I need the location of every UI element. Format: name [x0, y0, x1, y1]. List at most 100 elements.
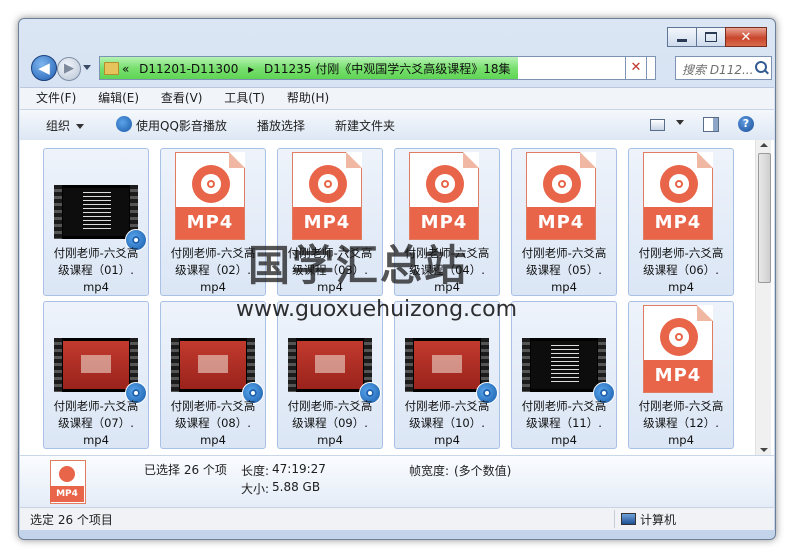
status-bar: 选定 26 个项目 计算机 — [20, 507, 774, 530]
file-name: 付刚老师-六爻高 级课程（05）. mp4 — [512, 245, 616, 296]
maximize-icon — [705, 32, 717, 42]
address-bar[interactable]: « D11201-D11300 ▸ D11235 付刚《中观国学六爻高级课程》1… — [99, 56, 688, 80]
forward-button[interactable]: ▶ — [57, 57, 81, 81]
file-name-line: 级课程（10）. — [409, 416, 485, 430]
page-fold — [580, 152, 596, 168]
file-name-line: 级课程（08）. — [175, 416, 251, 430]
file-page: MP4 — [643, 305, 713, 393]
status-location-text: 计算机 — [640, 513, 677, 527]
video-thumbnail — [405, 338, 489, 392]
video-frame — [414, 341, 480, 389]
breadcrumb-item-current[interactable]: D11235 付刚《中观国学六爻高级课程》18集 — [264, 62, 511, 76]
video-frame — [531, 341, 597, 389]
status-selection-text: 选定 26 个项目 — [30, 513, 113, 527]
play-with-qq-button[interactable]: 使用QQ影音播放 — [136, 117, 227, 134]
file-page: MP4 — [409, 152, 479, 240]
file-item[interactable]: 付刚老师-六爻高 级课程（09）. mp4 — [277, 301, 383, 449]
stop-button[interactable]: ✕ — [625, 56, 647, 80]
video-frame — [63, 188, 129, 236]
recent-pages-dropdown[interactable] — [83, 65, 91, 70]
page-fold — [697, 152, 713, 168]
file-name: 付刚老师-六爻高 级课程（11）. mp4 — [512, 398, 616, 449]
file-item[interactable]: MP4 付刚老师-六爻高 级课程（06）. mp4 — [628, 148, 734, 296]
file-page: MP4 — [175, 152, 245, 240]
file-name: 付刚老师-六爻高 级课程（10）. mp4 — [395, 398, 499, 449]
file-name-line: 级课程（01）. — [58, 263, 134, 277]
navigation-bar: ◀ ▶ « D11201-D11300 ▸ D11235 付刚《中观国学六爻高级… — [27, 55, 772, 83]
menu-help[interactable]: 帮助(H) — [287, 88, 329, 108]
file-name-line: mp4 — [668, 280, 694, 294]
play-selection-button[interactable]: 播放选择 — [257, 117, 305, 134]
maximize-button[interactable] — [696, 27, 726, 47]
file-item[interactable]: MP4 付刚老师-六爻高 级课程（12）. mp4 — [628, 301, 734, 449]
film-strip-left — [522, 338, 530, 392]
file-name-line: mp4 — [200, 433, 226, 447]
file-name-line: mp4 — [317, 433, 343, 447]
view-options-dropdown[interactable] — [670, 115, 684, 129]
file-name-line: 付刚老师-六爻高 — [53, 399, 139, 413]
file-type-label: MP4 — [644, 360, 712, 392]
file-item[interactable]: 付刚老师-六爻高 级课程（11）. mp4 — [511, 301, 617, 449]
view-options-icon[interactable] — [650, 119, 665, 131]
file-name: 付刚老师-六爻高 级课程（08）. mp4 — [161, 398, 265, 449]
video-frame — [180, 341, 246, 389]
file-name-line: 付刚老师-六爻高 — [521, 246, 607, 260]
video-thumbnail — [288, 338, 372, 392]
new-folder-button[interactable]: 新建文件夹 — [335, 117, 395, 134]
chevron-down-icon — [76, 124, 85, 129]
film-reel-icon — [426, 165, 464, 203]
film-reel-icon — [309, 165, 347, 203]
search-icon[interactable] — [755, 61, 767, 73]
search-box[interactable]: 搜索 D112... — [675, 56, 772, 80]
scrollbar-thumb[interactable] — [758, 153, 771, 283]
search-input[interactable]: 搜索 D112... — [682, 61, 753, 78]
breadcrumb-item-parent[interactable]: D11201-D11300 — [139, 62, 238, 76]
organize-button[interactable]: 组织 — [46, 117, 85, 134]
page-fold — [229, 152, 245, 168]
video-frame — [297, 341, 363, 389]
mp4-file-icon: MP4 — [522, 152, 606, 240]
mp4-file-icon: MP4 — [171, 152, 255, 240]
help-icon[interactable]: ? — [738, 116, 754, 132]
menu-view[interactable]: 查看(V) — [161, 88, 203, 108]
file-name-line: mp4 — [668, 433, 694, 447]
file-page: MP4 — [292, 152, 362, 240]
file-item[interactable]: MP4 付刚老师-六爻高 级课程（05）. mp4 — [511, 148, 617, 296]
frame-width-label: 帧宽度: — [409, 464, 450, 478]
breadcrumb: « D11201-D11300 ▸ D11235 付刚《中观国学六爻高级课程》1… — [122, 60, 517, 77]
breadcrumb-separator[interactable]: ▸ — [248, 62, 254, 76]
frame-width-value: (多个数值) — [454, 464, 512, 478]
folder-icon — [104, 62, 119, 75]
file-item[interactable]: 付刚老师-六爻高 级课程（08）. mp4 — [160, 301, 266, 449]
film-reel-icon — [660, 318, 698, 356]
file-name-line: 级课程（11）. — [526, 416, 602, 430]
file-item[interactable]: 付刚老师-六爻高 级课程（07）. mp4 — [43, 301, 149, 449]
watermark-title: 国学汇总站 — [248, 241, 469, 290]
menu-edit[interactable]: 编辑(E) — [98, 88, 139, 108]
breadcrumb-overflow[interactable]: « — [122, 62, 129, 76]
film-reel-icon — [543, 165, 581, 203]
back-button[interactable]: ◀ — [31, 55, 57, 81]
minimize-button[interactable] — [667, 27, 697, 47]
scroll-up-icon[interactable] — [760, 143, 768, 147]
video-thumbnail — [522, 338, 606, 392]
film-strip-left — [171, 338, 179, 392]
file-item[interactable]: 付刚老师-六爻高 级课程（10）. mp4 — [394, 301, 500, 449]
file-name-line: 级课程（09）. — [292, 416, 368, 430]
file-item[interactable]: 付刚老师-六爻高 级课程（01）. mp4 — [43, 148, 149, 296]
command-bar: 组织 使用QQ影音播放 播放选择 新建文件夹 ? — [20, 109, 774, 141]
file-name-line: 级课程（06）. — [643, 263, 719, 277]
preview-pane-icon[interactable] — [703, 117, 719, 132]
mp4-file-icon: MP4 — [639, 305, 723, 393]
file-name-line: mp4 — [83, 433, 109, 447]
file-name-line: 付刚老师-六爻高 — [404, 399, 490, 413]
close-button[interactable]: ✕ — [725, 27, 767, 47]
file-name: 付刚老师-六爻高 级课程（01）. mp4 — [44, 245, 148, 296]
film-strip-left — [288, 338, 296, 392]
menu-file[interactable]: 文件(F) — [36, 88, 76, 108]
menu-bar: 文件(F) 编辑(E) 查看(V) 工具(T) 帮助(H) — [20, 87, 774, 110]
scroll-down-icon[interactable] — [760, 448, 768, 452]
menu-tools[interactable]: 工具(T) — [224, 88, 265, 108]
vertical-scrollbar[interactable] — [755, 140, 771, 455]
mp4-file-icon: MP4 — [288, 152, 372, 240]
